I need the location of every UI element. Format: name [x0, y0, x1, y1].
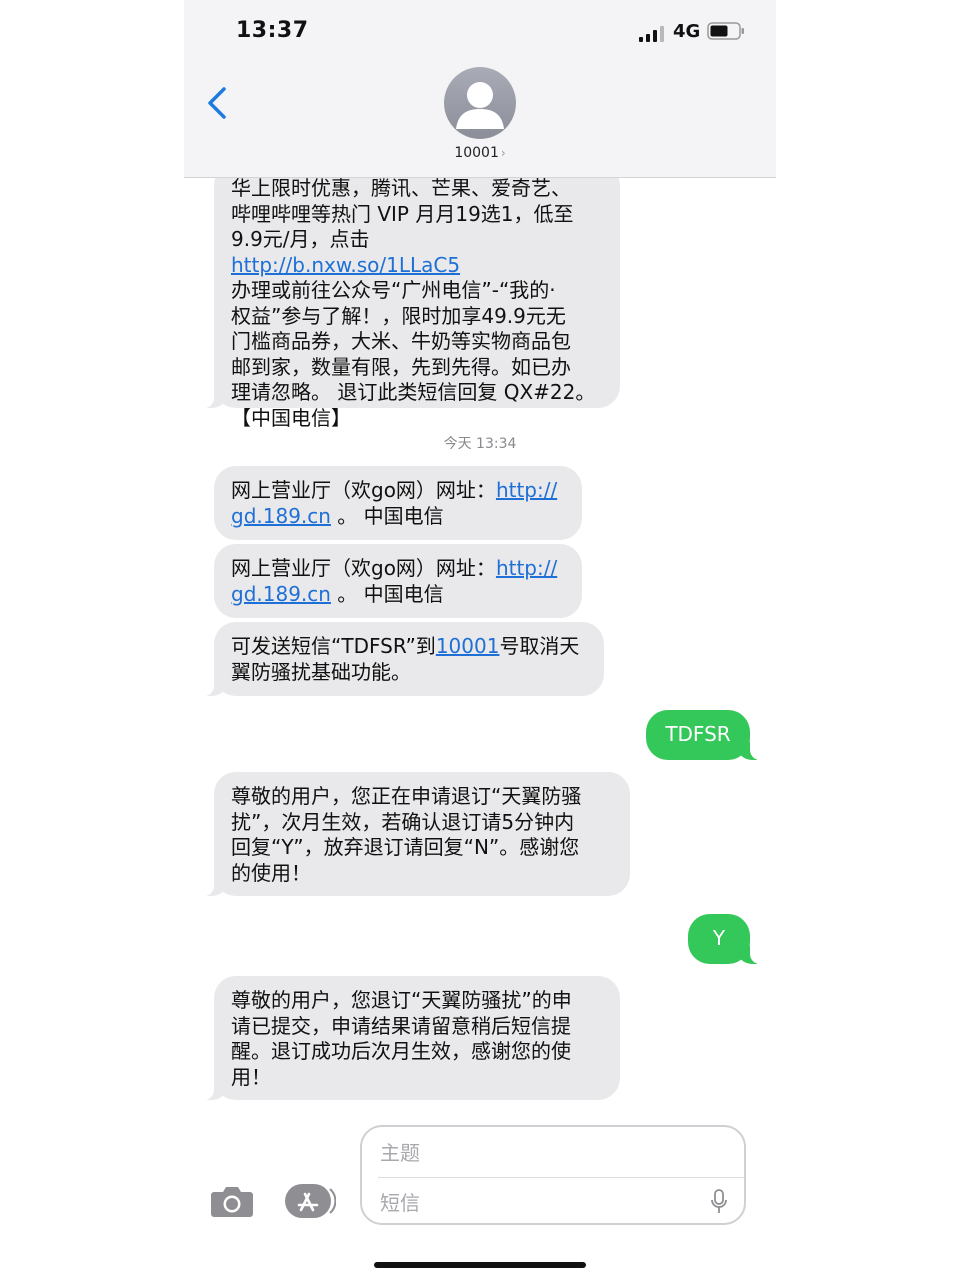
person-icon	[456, 82, 504, 129]
website-link[interactable]: http://	[496, 478, 557, 502]
subject-input[interactable]	[378, 1137, 722, 1169]
messages-app: 华上限时优惠，腾讯、芒果、爱奇艺、 哔哩哔哩等热门 VIP 月月19选1，低至 …	[184, 0, 776, 1280]
message-text: 。 中国电信	[330, 581, 444, 606]
microphone-icon[interactable]	[710, 1189, 728, 1215]
back-chevron-icon[interactable]	[206, 86, 228, 120]
message-text: 网上营业厅（欢go网）网址：	[231, 478, 496, 502]
website-link[interactable]: gd.189.cn	[231, 504, 331, 528]
phone-number-link[interactable]: 10001	[436, 634, 500, 658]
message-text: Y	[712, 926, 726, 950]
message-text: 【中国电信】	[231, 405, 351, 430]
message-text: 尊敬的用户，您正在申请退订“天翼防骚	[231, 784, 582, 808]
message-text: 门槛商品券，大米、牛奶等实物商品包	[231, 329, 571, 353]
message-bubble-outgoing[interactable]: Y	[688, 914, 770, 964]
message-bubble-incoming[interactable]: 华上限时优惠，腾讯、芒果、爱奇艺、 哔哩哔哩等热门 VIP 月月19选1，低至 …	[194, 164, 620, 430]
contact-number: 10001	[454, 145, 499, 161]
message-text: 邮到家，数量有限，先到先得。如已办	[231, 354, 571, 379]
message-bubble-outgoing[interactable]: TDFSR	[646, 710, 770, 760]
message-timestamp: 今天 13:34	[443, 436, 517, 452]
message-text: 。 中国电信	[330, 503, 444, 528]
message-text: 扰”，次月生效，若确认退订请5分钟内	[231, 809, 575, 834]
message-text: 尊敬的用户，您退订“天翼防骚扰”的申	[231, 988, 572, 1012]
compose-box	[360, 1125, 746, 1225]
message-text: 权益”参与了解！，限时加享49.9元无	[231, 303, 566, 328]
message-input[interactable]	[378, 1187, 692, 1219]
message-text: 的使用！	[231, 860, 311, 885]
message-text: 用！	[231, 1064, 271, 1089]
website-link[interactable]: http://	[496, 556, 557, 580]
message-text: 请已提交，申请结果请留意稍后短信提	[231, 1013, 571, 1038]
contact-avatar[interactable]	[444, 67, 516, 139]
network-type: 4G	[673, 21, 701, 42]
website-link[interactable]: gd.189.cn	[231, 582, 331, 606]
home-indicator[interactable]	[374, 1262, 586, 1268]
message-bubble-incoming[interactable]: 尊敬的用户，您正在申请退订“天翼防骚 扰”，次月生效，若确认退订请5分钟内 回复…	[194, 772, 630, 896]
app-store-icon[interactable]	[284, 1183, 336, 1219]
message-text: 可发送短信“TDFSR”到	[231, 634, 436, 658]
message-bubble-incoming[interactable]: 可发送短信“TDFSR”到10001号取消天 翼防骚扰基础功能。	[194, 622, 604, 696]
message-text: 回复“Y”，放弃退订请回复“N”。感谢您	[231, 835, 580, 859]
chevron-right-icon: ›	[500, 146, 506, 160]
signal-icon	[639, 26, 664, 42]
message-text: 华上限时优惠，腾讯、芒果、爱奇艺、	[231, 176, 571, 200]
camera-icon[interactable]	[210, 1186, 254, 1218]
conversation-header: 13:37 4G 10001 ›	[184, 0, 776, 178]
status-time: 13:37	[236, 18, 309, 43]
message-text: 哔哩哔哩等热门 VIP 月月19选1，低至	[231, 201, 574, 226]
message-text: 理请忽略。 退订此类短信回复 QX#22。	[231, 380, 596, 404]
message-text: 翼防骚扰基础功能。	[231, 659, 411, 684]
promo-link[interactable]: http://b.nxw.so/1LLaC5	[231, 253, 460, 277]
message-bubble-incoming[interactable]: 网上营业厅（欢go网）网址：http:// gd.189.cn 。 中国电信	[214, 466, 582, 540]
message-text: 号取消天	[499, 634, 580, 658]
message-text: 9.9元/月，点击	[231, 227, 370, 251]
message-bubble-incoming[interactable]: 尊敬的用户，您退订“天翼防骚扰”的申 请已提交，申请结果请留意稍后短信提 醒。退…	[194, 976, 620, 1100]
message-bubble-incoming[interactable]: 网上营业厅（欢go网）网址：http:// gd.189.cn 。 中国电信	[214, 544, 582, 618]
message-text: 办理或前往公众号“广州电信”-“我的·	[231, 278, 556, 302]
message-text: TDFSR	[665, 722, 731, 746]
message-text: 醒。退订成功后次月生效，感谢您的使	[231, 1039, 571, 1063]
message-text: 网上营业厅（欢go网）网址：	[231, 556, 496, 580]
compose-divider	[378, 1177, 744, 1178]
contact-name[interactable]: 10001 ›	[184, 145, 776, 161]
battery-icon	[707, 22, 744, 40]
